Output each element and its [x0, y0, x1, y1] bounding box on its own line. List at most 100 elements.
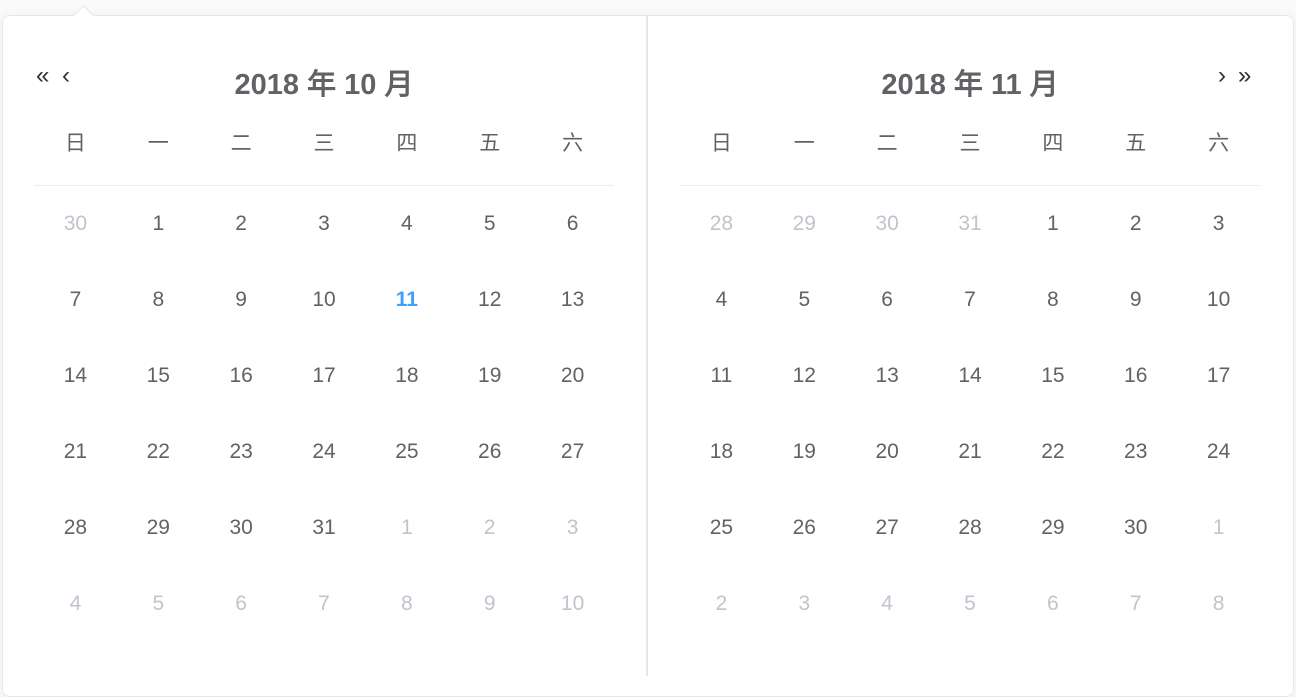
date-cell-other-month[interactable]: 31 — [929, 186, 1012, 262]
date-cell[interactable]: 8 — [117, 262, 200, 338]
date-cell[interactable]: 21 — [929, 414, 1012, 490]
date-cell[interactable]: 12 — [448, 262, 531, 338]
date-cell-other-month[interactable]: 6 — [1011, 566, 1094, 642]
date-cell-other-month[interactable]: 5 — [929, 566, 1012, 642]
next-month-icon[interactable]: › — [1218, 61, 1226, 91]
weekday-label: 日 — [710, 132, 732, 155]
date-cell[interactable]: 7 — [34, 262, 117, 338]
date-cell-other-month[interactable]: 9 — [448, 566, 531, 642]
date-cell[interactable]: 12 — [763, 338, 846, 414]
date-cell[interactable]: 14 — [34, 338, 117, 414]
date-cell[interactable]: 22 — [1011, 414, 1094, 490]
weekday-label: 六 — [1208, 132, 1230, 155]
weekday-label: 二 — [230, 132, 252, 155]
next-year-icon[interactable]: » — [1238, 61, 1251, 91]
date-cell[interactable]: 16 — [200, 338, 283, 414]
date-cell[interactable]: 19 — [448, 338, 531, 414]
date-cell[interactable]: 27 — [846, 490, 929, 566]
date-cell[interactable]: 4 — [680, 262, 763, 338]
date-cell[interactable]: 3 — [1177, 186, 1260, 262]
weekday-label: 五 — [479, 132, 501, 155]
date-cell[interactable]: 24 — [1177, 414, 1260, 490]
week-row: 28 29 30 31 1 2 3 — [680, 186, 1260, 262]
date-cell[interactable]: 10 — [1177, 262, 1260, 338]
date-cell-other-month[interactable]: 6 — [200, 566, 283, 642]
date-cell[interactable]: 15 — [1011, 338, 1094, 414]
date-cell[interactable]: 28 — [34, 490, 117, 566]
week-row: 21 22 23 24 25 26 27 — [34, 414, 614, 490]
date-cell[interactable]: 9 — [200, 262, 283, 338]
date-cell[interactable]: 23 — [200, 414, 283, 490]
month-title: 2018 年 10 月 — [234, 69, 414, 101]
date-cell[interactable]: 25 — [365, 414, 448, 490]
date-grid: 30 1 2 3 4 5 6 7 8 9 10 11 12 13 14 15 16 17 18 19 20 21 22 23 2… — [34, 186, 614, 642]
weekday-label: 四 — [396, 132, 418, 155]
date-cell[interactable]: 7 — [929, 262, 1012, 338]
date-cell-other-month[interactable]: 1 — [365, 490, 448, 566]
date-cell[interactable]: 4 — [365, 186, 448, 262]
date-cell[interactable]: 30 — [200, 490, 283, 566]
date-cell[interactable]: 22 — [117, 414, 200, 490]
date-cell-other-month[interactable]: 30 — [34, 186, 117, 262]
date-cell[interactable]: 17 — [1177, 338, 1260, 414]
date-cell[interactable]: 6 — [846, 262, 929, 338]
date-cell-other-month[interactable]: 2 — [680, 566, 763, 642]
date-cell[interactable]: 2 — [1094, 186, 1177, 262]
date-cell[interactable]: 24 — [283, 414, 366, 490]
date-cell[interactable]: 8 — [1011, 262, 1094, 338]
date-cell[interactable]: 13 — [846, 338, 929, 414]
date-cell-other-month[interactable]: 8 — [1177, 566, 1260, 642]
date-cell[interactable]: 10 — [283, 262, 366, 338]
date-cell[interactable]: 1 — [117, 186, 200, 262]
date-cell[interactable]: 14 — [929, 338, 1012, 414]
date-cell[interactable]: 21 — [34, 414, 117, 490]
date-cell-other-month[interactable]: 7 — [283, 566, 366, 642]
date-cell[interactable]: 19 — [763, 414, 846, 490]
week-row: 28 29 30 31 1 2 3 — [34, 490, 614, 566]
date-cell[interactable]: 26 — [763, 490, 846, 566]
date-grid: 28 29 30 31 1 2 3 4 5 6 7 8 9 10 11 12 13 14 15 16 17 18 19 20 2… — [680, 186, 1260, 642]
date-cell[interactable]: 25 — [680, 490, 763, 566]
date-cell[interactable]: 6 — [531, 186, 614, 262]
date-cell[interactable]: 15 — [117, 338, 200, 414]
date-cell-other-month[interactable]: 2 — [448, 490, 531, 566]
date-cell-other-month[interactable]: 28 — [680, 186, 763, 262]
date-cell[interactable]: 17 — [283, 338, 366, 414]
date-cell[interactable]: 29 — [1011, 490, 1094, 566]
date-cell-today[interactable]: 11 — [365, 262, 448, 338]
date-cell[interactable]: 11 — [680, 338, 763, 414]
date-cell[interactable]: 3 — [283, 186, 366, 262]
date-cell[interactable]: 31 — [283, 490, 366, 566]
date-cell-other-month[interactable]: 5 — [117, 566, 200, 642]
date-cell[interactable]: 13 — [531, 262, 614, 338]
date-cell[interactable]: 23 — [1094, 414, 1177, 490]
week-row: 18 19 20 21 22 23 24 — [680, 414, 1260, 490]
date-cell[interactable]: 5 — [448, 186, 531, 262]
date-cell[interactable]: 18 — [680, 414, 763, 490]
date-cell-other-month[interactable]: 30 — [846, 186, 929, 262]
date-cell-other-month[interactable]: 10 — [531, 566, 614, 642]
date-cell[interactable]: 2 — [200, 186, 283, 262]
panel-header: 2018 年 11 月 › » — [680, 15, 1260, 115]
date-cell-other-month[interactable]: 8 — [365, 566, 448, 642]
date-cell[interactable]: 1 — [1011, 186, 1094, 262]
date-cell[interactable]: 28 — [929, 490, 1012, 566]
date-cell-other-month[interactable]: 1 — [1177, 490, 1260, 566]
date-cell-other-month[interactable]: 4 — [34, 566, 117, 642]
weekday-label: 三 — [959, 132, 981, 155]
date-cell-other-month[interactable]: 3 — [531, 490, 614, 566]
date-cell[interactable]: 18 — [365, 338, 448, 414]
date-cell[interactable]: 9 — [1094, 262, 1177, 338]
date-cell[interactable]: 5 — [763, 262, 846, 338]
date-cell-other-month[interactable]: 7 — [1094, 566, 1177, 642]
date-cell-other-month[interactable]: 29 — [763, 186, 846, 262]
date-cell[interactable]: 20 — [531, 338, 614, 414]
date-cell[interactable]: 16 — [1094, 338, 1177, 414]
date-cell-other-month[interactable]: 4 — [846, 566, 929, 642]
date-cell-other-month[interactable]: 3 — [763, 566, 846, 642]
date-cell[interactable]: 30 — [1094, 490, 1177, 566]
date-cell[interactable]: 27 — [531, 414, 614, 490]
date-cell[interactable]: 29 — [117, 490, 200, 566]
date-cell[interactable]: 26 — [448, 414, 531, 490]
date-cell[interactable]: 20 — [846, 414, 929, 490]
